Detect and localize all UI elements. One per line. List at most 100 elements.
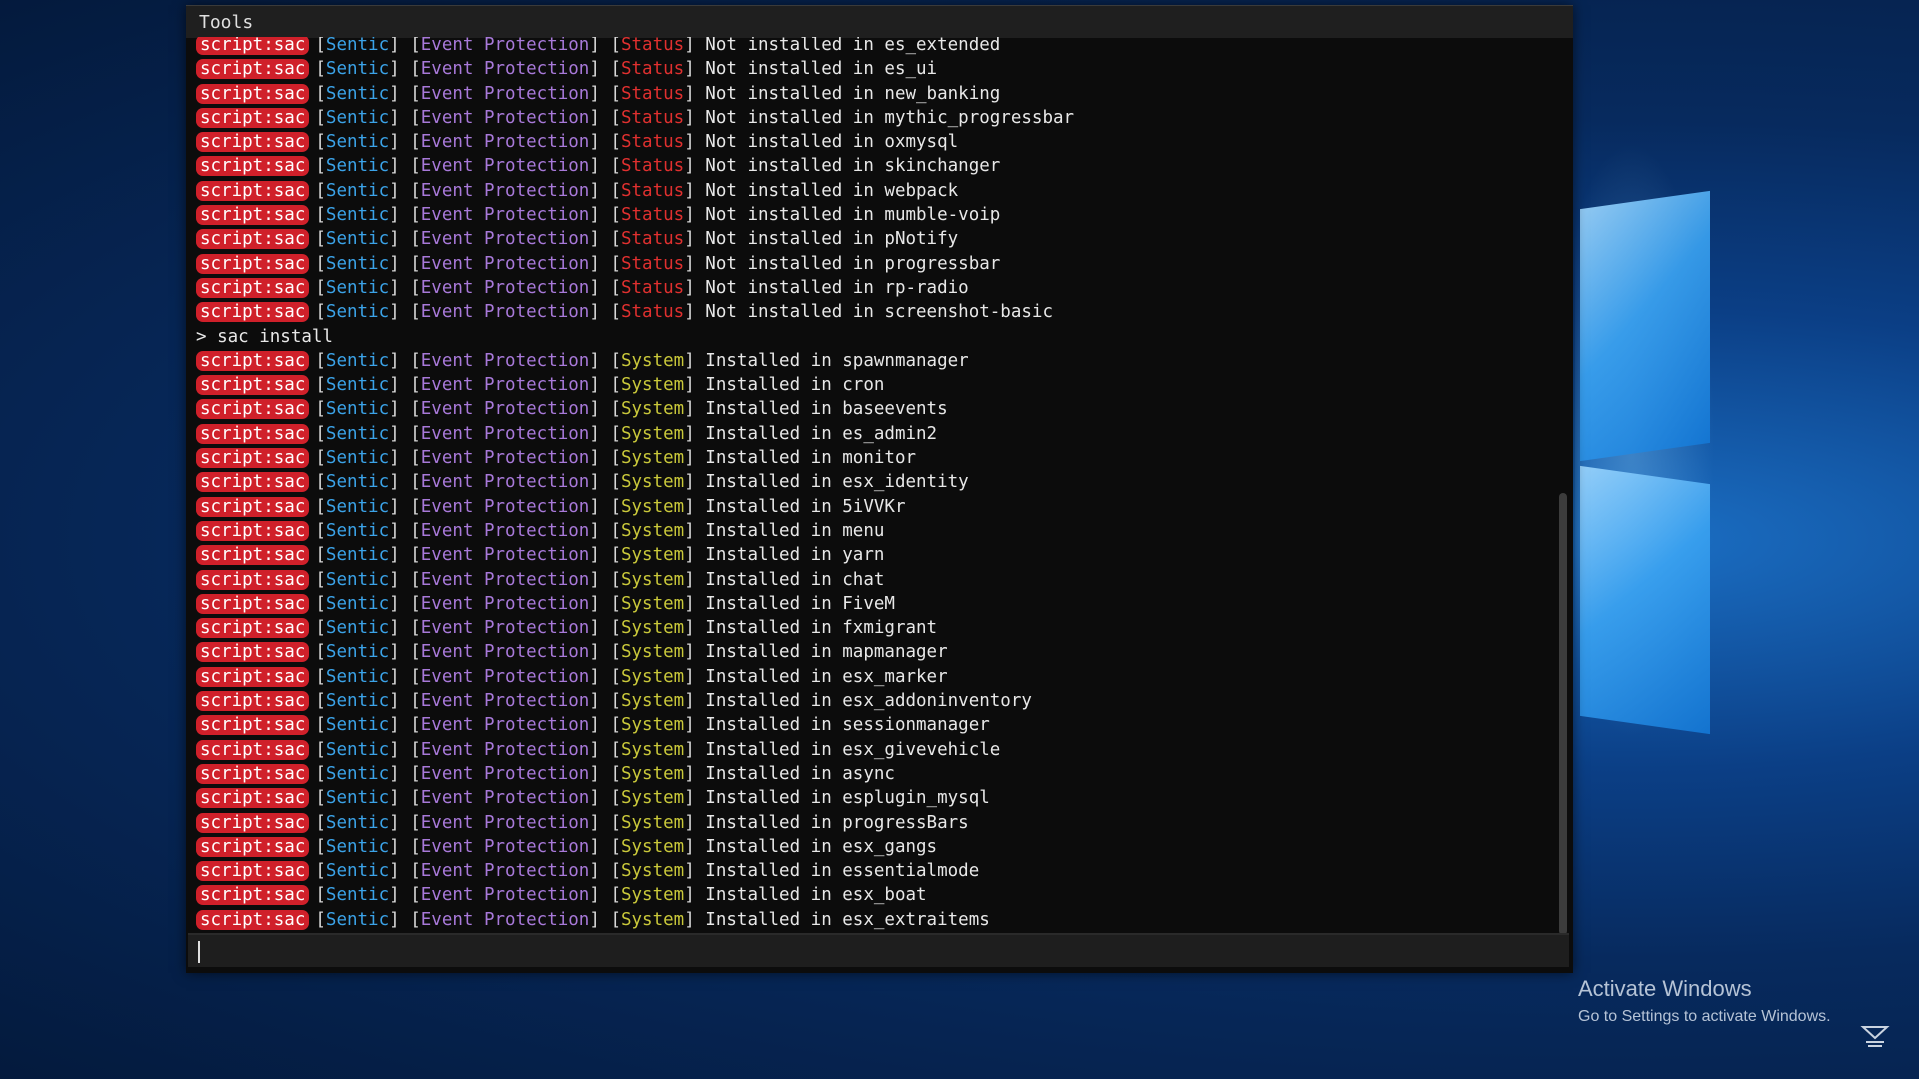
log-line: script:sac [Sentic] [Event Protection] [S… xyxy=(196,689,1074,713)
sentic-tag-bracket: [Sentic] xyxy=(315,520,400,541)
log-message: Installed in cron xyxy=(705,375,885,396)
event-protection-tag: Event Protection xyxy=(420,569,590,590)
log-message: Not installed in mumble-voip xyxy=(705,205,1001,226)
event-protection-tag: Event Protection xyxy=(420,739,590,760)
script-tag-badge: script:sac xyxy=(196,423,310,444)
status-tag-bracket: [Status] xyxy=(610,59,695,80)
log-message: Not installed in webpack xyxy=(705,180,959,201)
script-tag-badge: script:sac xyxy=(196,885,310,906)
system-tag: System xyxy=(620,472,685,493)
log-message: Installed in esx_boat xyxy=(705,885,927,906)
system-tag-bracket: [System] xyxy=(610,836,695,857)
log-message: Installed in menu xyxy=(705,520,885,541)
event-protection-tag-bracket: [Event Protection] xyxy=(410,812,600,833)
status-tag: Status xyxy=(620,107,685,128)
event-protection-tag-bracket: [Event Protection] xyxy=(410,885,600,906)
event-protection-tag-bracket: [Event Protection] xyxy=(410,569,600,590)
script-tag-badge: script:sac xyxy=(196,715,310,736)
event-protection-tag: Event Protection xyxy=(420,618,590,639)
log-message: Not installed in new_banking xyxy=(705,83,1001,104)
status-tag: Status xyxy=(620,59,685,80)
scrollbar-thumb[interactable] xyxy=(1559,493,1567,935)
sentic-tag: Sentic xyxy=(325,132,390,153)
event-protection-tag: Event Protection xyxy=(420,642,590,663)
scrollbar-track[interactable] xyxy=(1559,45,1567,935)
system-tag: System xyxy=(620,520,685,541)
sentic-tag-bracket: [Sentic] xyxy=(315,302,400,323)
sentic-tag-bracket: [Sentic] xyxy=(315,277,400,298)
system-tag-bracket: [System] xyxy=(610,569,695,590)
status-tag-bracket: [Status] xyxy=(610,132,695,153)
script-tag-badge: script:sac xyxy=(196,812,310,833)
system-tag: System xyxy=(620,885,685,906)
event-protection-tag: Event Protection xyxy=(420,593,590,614)
sentic-tag-bracket: [Sentic] xyxy=(315,763,400,784)
sentic-tag: Sentic xyxy=(325,156,390,177)
event-protection-tag-bracket: [Event Protection] xyxy=(410,836,600,857)
status-tag-bracket: [Status] xyxy=(610,277,695,298)
log-message: Installed in 5iVVKr xyxy=(705,496,906,517)
log-line: script:sac [Sentic] [Event Protection] [S… xyxy=(196,543,1074,567)
sentic-tag-bracket: [Sentic] xyxy=(315,59,400,80)
log-message: Not installed in pNotify xyxy=(705,229,959,250)
log-line: script:sac [Sentic] [Event Protection] [S… xyxy=(196,592,1074,616)
log-line: script:sac [Sentic] [Event Protection] [S… xyxy=(196,300,1074,324)
log-message: Not installed in mythic_progressbar xyxy=(705,107,1075,128)
sentic-tag: Sentic xyxy=(325,593,390,614)
status-tag: Status xyxy=(620,229,685,250)
script-tag-badge: script:sac xyxy=(196,350,310,371)
sentic-tag-bracket: [Sentic] xyxy=(315,375,400,396)
sentic-tag: Sentic xyxy=(325,375,390,396)
log-line: script:sac [Sentic] [Event Protection] [S… xyxy=(196,495,1074,519)
log-line: script:sac [Sentic] [Event Protection] [S… xyxy=(196,446,1074,470)
event-protection-tag: Event Protection xyxy=(420,691,590,712)
script-tag-badge: script:sac xyxy=(196,642,310,663)
script-tag-badge: script:sac xyxy=(196,448,310,469)
sentic-tag-bracket: [Sentic] xyxy=(315,666,400,687)
system-tag: System xyxy=(620,642,685,663)
script-tag-badge: script:sac xyxy=(196,861,310,882)
system-tag: System xyxy=(620,739,685,760)
event-protection-tag-bracket: [Event Protection] xyxy=(410,277,600,298)
console-log[interactable]: script:sac [Sentic] [Event Protection] [S… xyxy=(186,37,1551,935)
sentic-tag-bracket: [Sentic] xyxy=(315,399,400,420)
event-protection-tag-bracket: [Event Protection] xyxy=(410,691,600,712)
system-tag: System xyxy=(620,691,685,712)
log-line: script:sac [Sentic] [Event Protection] [S… xyxy=(196,252,1074,276)
sentic-tag: Sentic xyxy=(325,909,390,930)
sentic-tag: Sentic xyxy=(325,715,390,736)
event-protection-tag: Event Protection xyxy=(420,375,590,396)
event-protection-tag-bracket: [Event Protection] xyxy=(410,763,600,784)
log-message: Installed in spawnmanager xyxy=(705,350,969,371)
log-message: Installed in esx_identity xyxy=(705,472,969,493)
system-tag: System xyxy=(620,545,685,566)
event-protection-tag: Event Protection xyxy=(420,545,590,566)
log-message: Installed in progressBars xyxy=(705,812,969,833)
system-tag-bracket: [System] xyxy=(610,861,695,882)
log-message: Not installed in progressbar xyxy=(705,253,1001,274)
system-tag: System xyxy=(620,836,685,857)
system-tag: System xyxy=(620,423,685,444)
sentic-tag: Sentic xyxy=(325,569,390,590)
log-line: script:sac [Sentic] [Event Protection] [S… xyxy=(196,616,1074,640)
console-titlebar: Tools xyxy=(186,5,1573,38)
log-line: script:sac [Sentic] [Event Protection] [S… xyxy=(196,57,1074,81)
windows-logo-pane-top xyxy=(1580,190,1710,462)
system-tag-bracket: [System] xyxy=(610,472,695,493)
event-protection-tag: Event Protection xyxy=(420,666,590,687)
sentic-tag-bracket: [Sentic] xyxy=(315,423,400,444)
event-protection-tag: Event Protection xyxy=(420,350,590,371)
script-tag-badge: script:sac xyxy=(196,302,310,323)
log-message: Installed in esx_addoninventory xyxy=(705,691,1032,712)
script-tag-badge: script:sac xyxy=(196,253,310,274)
command-input[interactable] xyxy=(188,933,1569,967)
log-line: script:sac [Sentic] [Event Protection] [S… xyxy=(196,883,1074,907)
event-protection-tag: Event Protection xyxy=(420,302,590,323)
sentic-tag: Sentic xyxy=(325,59,390,80)
event-protection-tag-bracket: [Event Protection] xyxy=(410,229,600,250)
log-message: Installed in esx_givevehicle xyxy=(705,739,1001,760)
event-protection-tag-bracket: [Event Protection] xyxy=(410,302,600,323)
event-protection-tag: Event Protection xyxy=(420,812,590,833)
log-message: Installed in async xyxy=(705,763,895,784)
event-protection-tag-bracket: [Event Protection] xyxy=(410,715,600,736)
